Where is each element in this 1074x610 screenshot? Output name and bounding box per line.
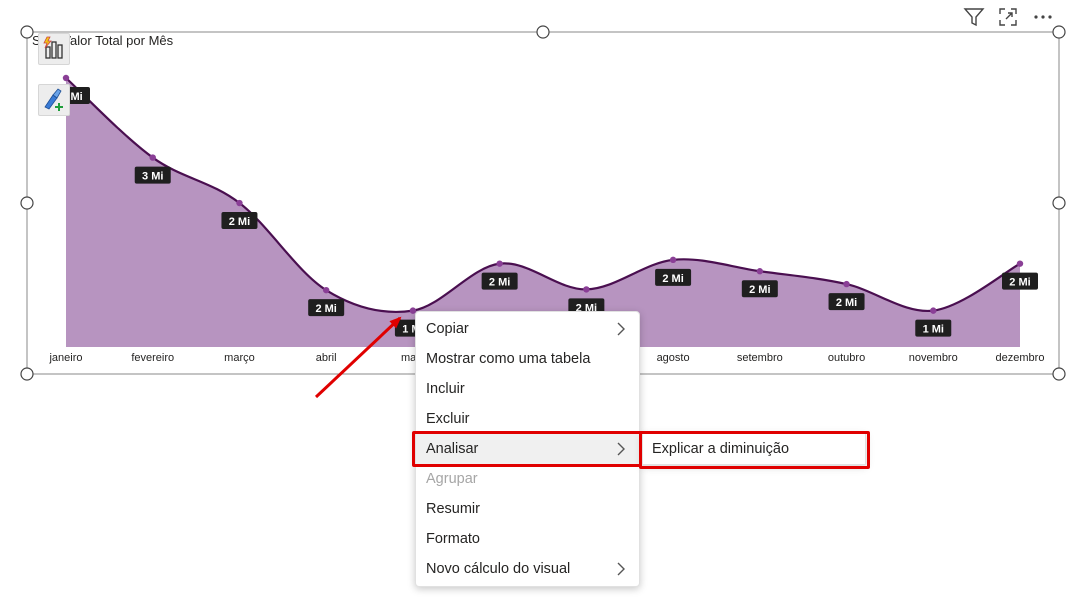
data-label: 2 Mi xyxy=(221,212,258,230)
menu-item-label: Novo cálculo do visual xyxy=(426,561,571,577)
build-visual-icon xyxy=(43,36,63,59)
x-tick-label: abril xyxy=(316,352,337,364)
x-tick-label: agosto xyxy=(657,352,690,364)
data-label: 2 Mi xyxy=(1002,272,1038,290)
menu-item-5: Agrupar xyxy=(416,464,639,494)
data-point[interactable] xyxy=(62,74,70,82)
data-label: 1 Mi xyxy=(915,319,952,337)
x-tick-label: março xyxy=(224,352,255,364)
menu-item-8[interactable]: Novo cálculo do visual xyxy=(416,554,639,584)
build-visual-button[interactable] xyxy=(38,33,70,65)
data-label-text: 2 Mi xyxy=(1009,277,1030,289)
area-fill xyxy=(66,78,1020,347)
x-tick-label: setembro xyxy=(737,352,783,364)
x-tick-label: outubro xyxy=(828,352,865,364)
x-tick-label: novembro xyxy=(909,352,958,364)
highlight-box-submenu xyxy=(639,431,870,469)
resize-handle-top-right[interactable] xyxy=(1052,25,1066,39)
data-point[interactable] xyxy=(1016,260,1024,267)
menu-item-label: Formato xyxy=(426,531,480,547)
resize-handle-bottom-left[interactable] xyxy=(20,367,34,381)
x-tick-label: fevereiro xyxy=(131,352,174,364)
data-label: 2 Mi xyxy=(655,268,692,286)
format-visual-icon xyxy=(44,88,63,111)
menu-item-1[interactable]: Mostrar como uma tabela xyxy=(416,344,639,374)
filter-icon[interactable] xyxy=(963,6,985,28)
resize-handle-top[interactable] xyxy=(536,25,550,39)
data-label-text: 2 Mi xyxy=(229,216,250,228)
data-label-text: 2 Mi xyxy=(749,284,770,296)
data-label-text: 3 Mi xyxy=(142,171,163,183)
menu-item-0[interactable]: Copiar xyxy=(416,314,639,344)
data-point[interactable] xyxy=(583,286,590,293)
chevron-right-icon xyxy=(617,562,625,576)
resize-handle-bottom-right[interactable] xyxy=(1052,367,1066,381)
data-point[interactable] xyxy=(496,260,503,267)
menu-item-7[interactable]: Formato xyxy=(416,524,639,554)
data-label-text: 2 Mi xyxy=(489,277,510,289)
menu-item-label: Incluir xyxy=(426,381,465,397)
more-options-icon[interactable] xyxy=(1032,6,1054,28)
data-label-text: 2 Mi xyxy=(836,297,857,309)
format-visual-button[interactable] xyxy=(38,84,70,116)
data-point[interactable] xyxy=(236,199,243,207)
data-label: 2 Mi xyxy=(828,293,865,311)
data-point[interactable] xyxy=(669,256,677,264)
data-point[interactable] xyxy=(149,154,156,161)
menu-item-6[interactable]: Resumir xyxy=(416,494,639,524)
highlight-box-analisar xyxy=(412,431,642,467)
data-label-text: 1 Mi xyxy=(923,324,944,336)
x-tick-label: dezembro xyxy=(996,352,1045,364)
resize-handle-left[interactable] xyxy=(20,196,34,210)
data-label-text: 2 Mi xyxy=(315,303,336,315)
menu-item-label: Copiar xyxy=(426,321,469,337)
focus-mode-icon[interactable] xyxy=(997,6,1019,28)
data-point[interactable] xyxy=(930,307,937,314)
menu-item-label: Mostrar como uma tabela xyxy=(426,351,591,367)
data-point[interactable] xyxy=(756,268,764,275)
data-point[interactable] xyxy=(843,280,850,288)
data-point[interactable] xyxy=(322,286,330,294)
data-label: 2 Mi xyxy=(308,299,345,317)
x-tick-label: janeiro xyxy=(48,352,82,364)
menu-item-3[interactable]: Excluir xyxy=(416,404,639,434)
menu-item-label: Resumir xyxy=(426,501,480,517)
data-label: 3 Mi xyxy=(134,166,171,184)
chevron-right-icon xyxy=(617,322,625,336)
resize-handle-right[interactable] xyxy=(1052,196,1066,210)
menu-item-label: Agrupar xyxy=(426,471,478,487)
data-label: 2 Mi xyxy=(481,272,518,290)
menu-item-label: Excluir xyxy=(426,411,470,427)
data-label-text: 2 Mi xyxy=(662,273,683,285)
menu-item-2[interactable]: Incluir xyxy=(416,374,639,404)
data-label: 2 Mi xyxy=(741,280,778,298)
